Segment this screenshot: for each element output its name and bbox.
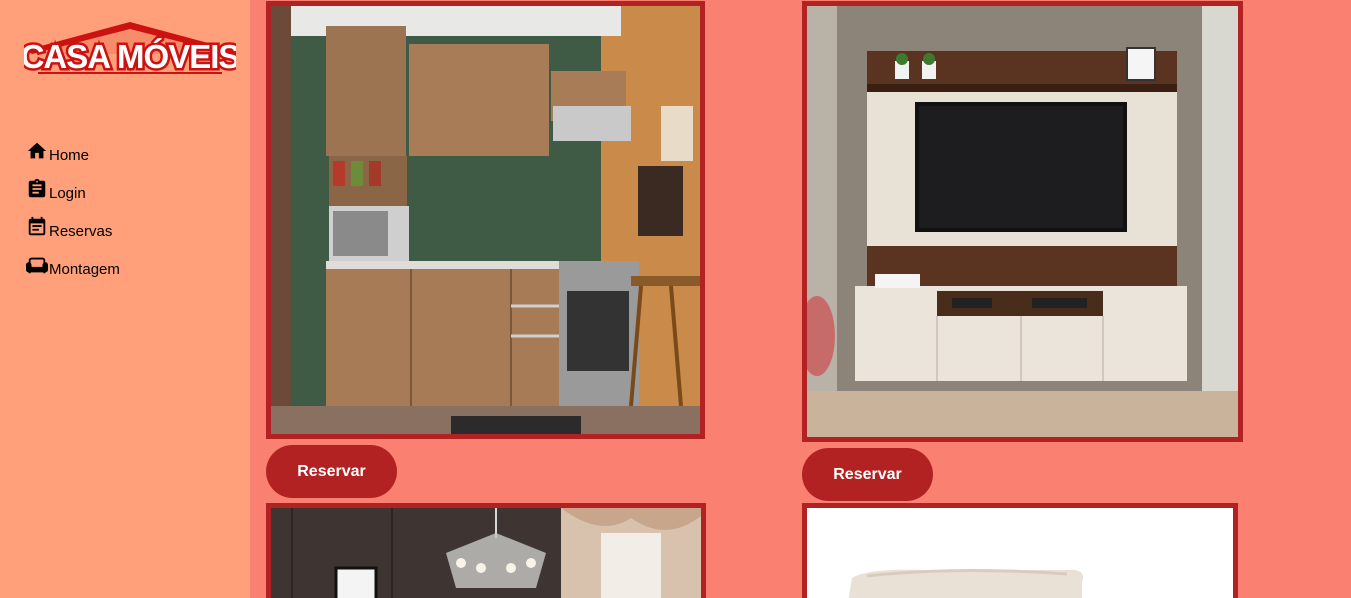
reserve-button-kitchen[interactable]: Reservar — [266, 445, 397, 498]
nav-item-montagem[interactable]: Montagem — [26, 242, 120, 280]
sidebar: CASA MÓVEIS CASA MÓVEIS Home Login Reser… — [0, 0, 250, 598]
calendar-icon — [26, 216, 48, 238]
nav-item-home[interactable]: Home — [26, 128, 120, 166]
nav-label-reservas: Reservas — [49, 223, 113, 240]
product-card-kitchen[interactable] — [266, 1, 705, 439]
nav-label-login: Login — [49, 185, 86, 202]
svg-text:CASA MÓVEIS: CASA MÓVEIS — [24, 38, 236, 75]
brand-logo[interactable]: CASA MÓVEIS CASA MÓVEIS — [24, 20, 236, 76]
nav-label-home: Home — [49, 147, 90, 164]
nav-item-reservas[interactable]: Reservas — [26, 204, 120, 242]
clipboard-icon — [26, 178, 48, 200]
dining-room-chandelier-image — [271, 508, 701, 598]
sofa-icon — [26, 254, 48, 276]
product-card-sofa[interactable] — [802, 503, 1238, 598]
product-card-dining-room[interactable] — [266, 503, 706, 598]
product-card-tv-panel[interactable] — [802, 1, 1243, 442]
reserve-button-tv-panel[interactable]: Reservar — [802, 448, 933, 501]
sidebar-nav: Home Login Reservas Montagem — [26, 128, 120, 280]
sofa-image — [807, 508, 1233, 598]
kitchen-cabinet-image — [271, 6, 700, 434]
tv-panel-rack-image — [807, 6, 1238, 437]
home-icon — [26, 140, 48, 162]
nav-label-montagem: Montagem — [49, 261, 120, 278]
nav-item-login[interactable]: Login — [26, 166, 120, 204]
